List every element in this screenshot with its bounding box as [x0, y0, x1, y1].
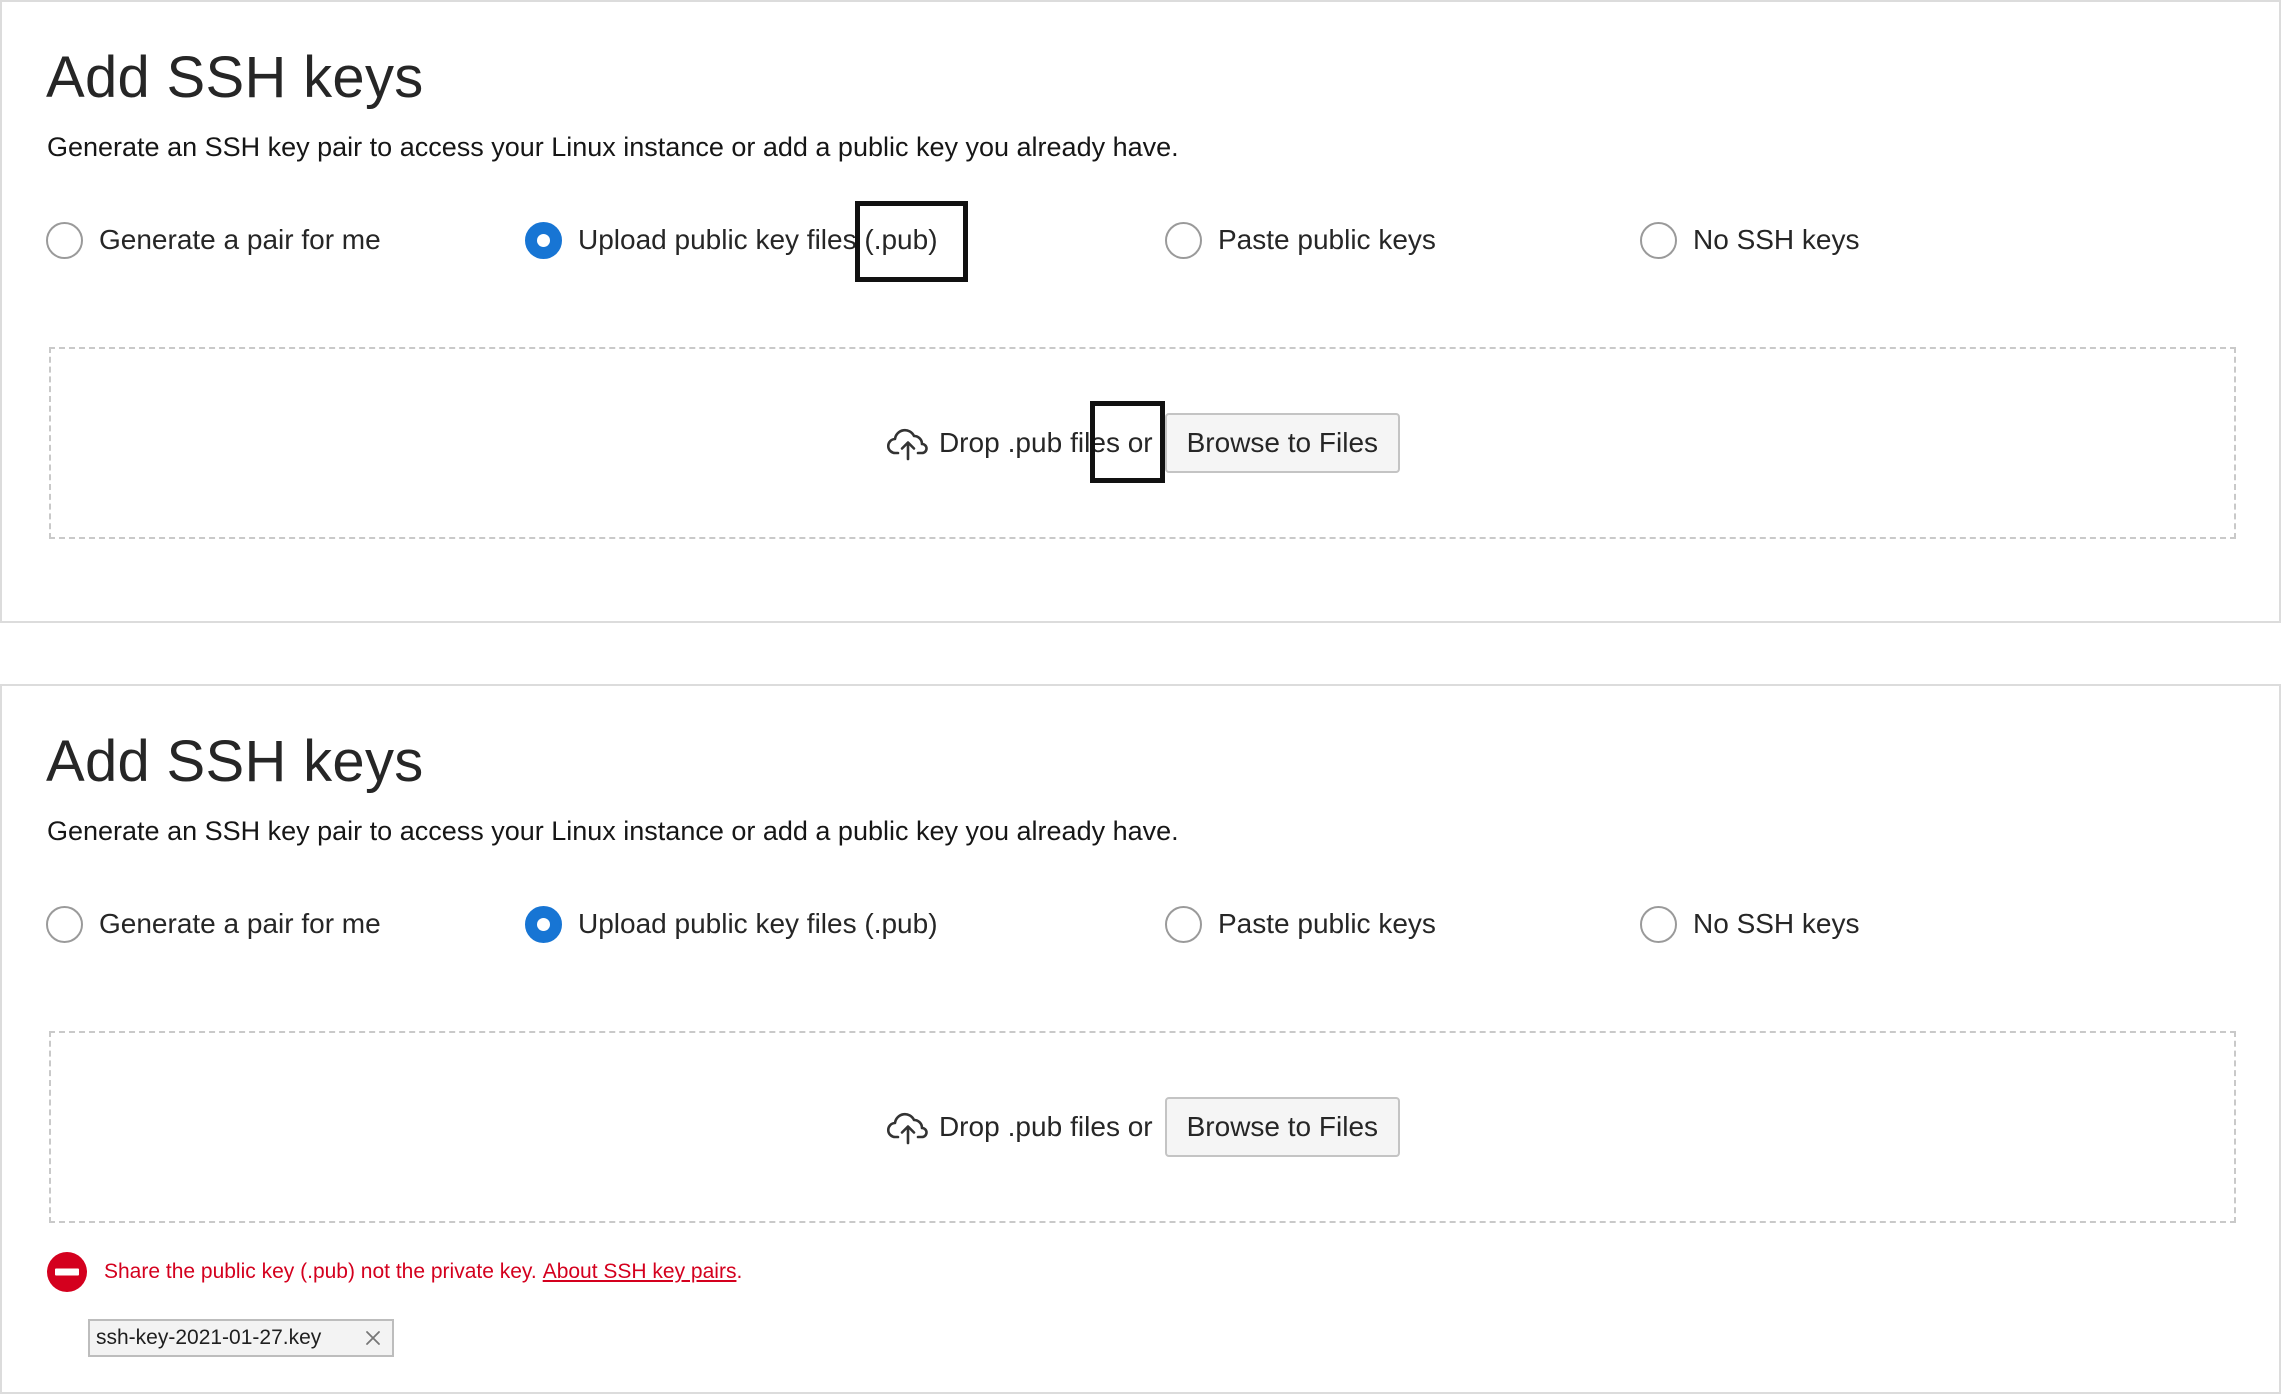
error-text: Share the public key (.pub) not the priv…	[104, 1260, 537, 1283]
about-ssh-key-pairs-link[interactable]: About SSH key pairs	[543, 1260, 737, 1284]
radio-label: Paste public keys	[1218, 908, 1436, 939]
file-dropzone[interactable]: Drop .pub files or Browse to Files	[49, 347, 2236, 539]
drop-prefix-text: Drop	[938, 427, 1000, 458]
radio-label: Generate a pair for me	[99, 908, 381, 939]
option-generate-pair[interactable]: Generate a pair for me	[46, 218, 381, 262]
option-paste-public-keys[interactable]: Paste public keys	[1165, 218, 1436, 262]
option-upload-public-key[interactable]: Upload public key files (.pub)	[525, 902, 938, 946]
ssh-keys-panel-bottom: Add SSH keys Generate an SSH key pair to…	[0, 684, 2281, 1394]
radio-button[interactable]	[1165, 905, 1202, 943]
radio-button[interactable]	[1640, 221, 1677, 259]
radio-button[interactable]	[46, 221, 83, 259]
radio-label: Paste public keys	[1218, 224, 1436, 255]
radio-button[interactable]	[1165, 221, 1202, 259]
drop-prefix-text: Drop	[938, 1111, 1000, 1142]
browse-files-button[interactable]: Browse to Files	[1164, 1097, 1401, 1157]
option-no-ssh-keys[interactable]: No SSH keys	[1640, 902, 1860, 946]
panel-title: Add SSH keys	[46, 45, 424, 110]
radio-button-selected[interactable]	[525, 221, 562, 259]
radio-button-selected[interactable]	[525, 905, 562, 943]
browse-files-button[interactable]: Browse to Files	[1164, 413, 1401, 473]
file-name: ssh-key-2021-01-27.key	[96, 1326, 322, 1349]
panel-subtitle: Generate an SSH key pair to access your …	[47, 816, 1179, 846]
option-generate-pair[interactable]: Generate a pair for me	[46, 902, 381, 946]
option-upload-public-key[interactable]: Upload public key files (.pub)	[525, 218, 938, 262]
radio-label: No SSH keys	[1693, 908, 1860, 939]
uploaded-file-chip: ssh-key-2021-01-27.key	[88, 1319, 394, 1357]
drop-suffix-text: files or	[1070, 1111, 1153, 1142]
file-dropzone[interactable]: Drop .pub files or Browse to Files	[49, 1031, 2236, 1223]
panel-title: Add SSH keys	[46, 729, 424, 794]
ssh-key-options: Generate a pair for me Upload public key…	[2, 902, 2279, 946]
option-no-ssh-keys[interactable]: No SSH keys	[1640, 218, 1860, 262]
drop-suffix-text: files or	[1070, 427, 1153, 458]
radio-label: No SSH keys	[1693, 224, 1860, 255]
drop-ext-text: .pub	[1007, 427, 1063, 458]
panel-subtitle: Generate an SSH key pair to access your …	[47, 132, 1179, 162]
ssh-keys-panel-top: Add SSH keys Generate an SSH key pair to…	[0, 0, 2281, 623]
cloud-upload-icon	[886, 428, 928, 461]
close-icon[interactable]	[364, 1329, 382, 1347]
option-paste-public-keys[interactable]: Paste public keys	[1165, 902, 1436, 946]
cloud-upload-icon	[886, 1112, 928, 1145]
error-message: Share the public key (.pub) not the priv…	[46, 1250, 742, 1294]
error-text-end: .	[736, 1260, 743, 1283]
error-minus-icon	[47, 1252, 87, 1292]
drop-ext-text: .pub	[1007, 1111, 1063, 1142]
radio-button[interactable]	[1640, 905, 1677, 943]
radio-label: Generate a pair for me	[99, 224, 381, 255]
ssh-key-options: Generate a pair for me Upload public key…	[2, 218, 2279, 262]
radio-label: Upload public key files (.pub)	[578, 908, 938, 939]
radio-button[interactable]	[46, 905, 83, 943]
radio-label: Upload public key files (.pub)	[578, 224, 938, 255]
